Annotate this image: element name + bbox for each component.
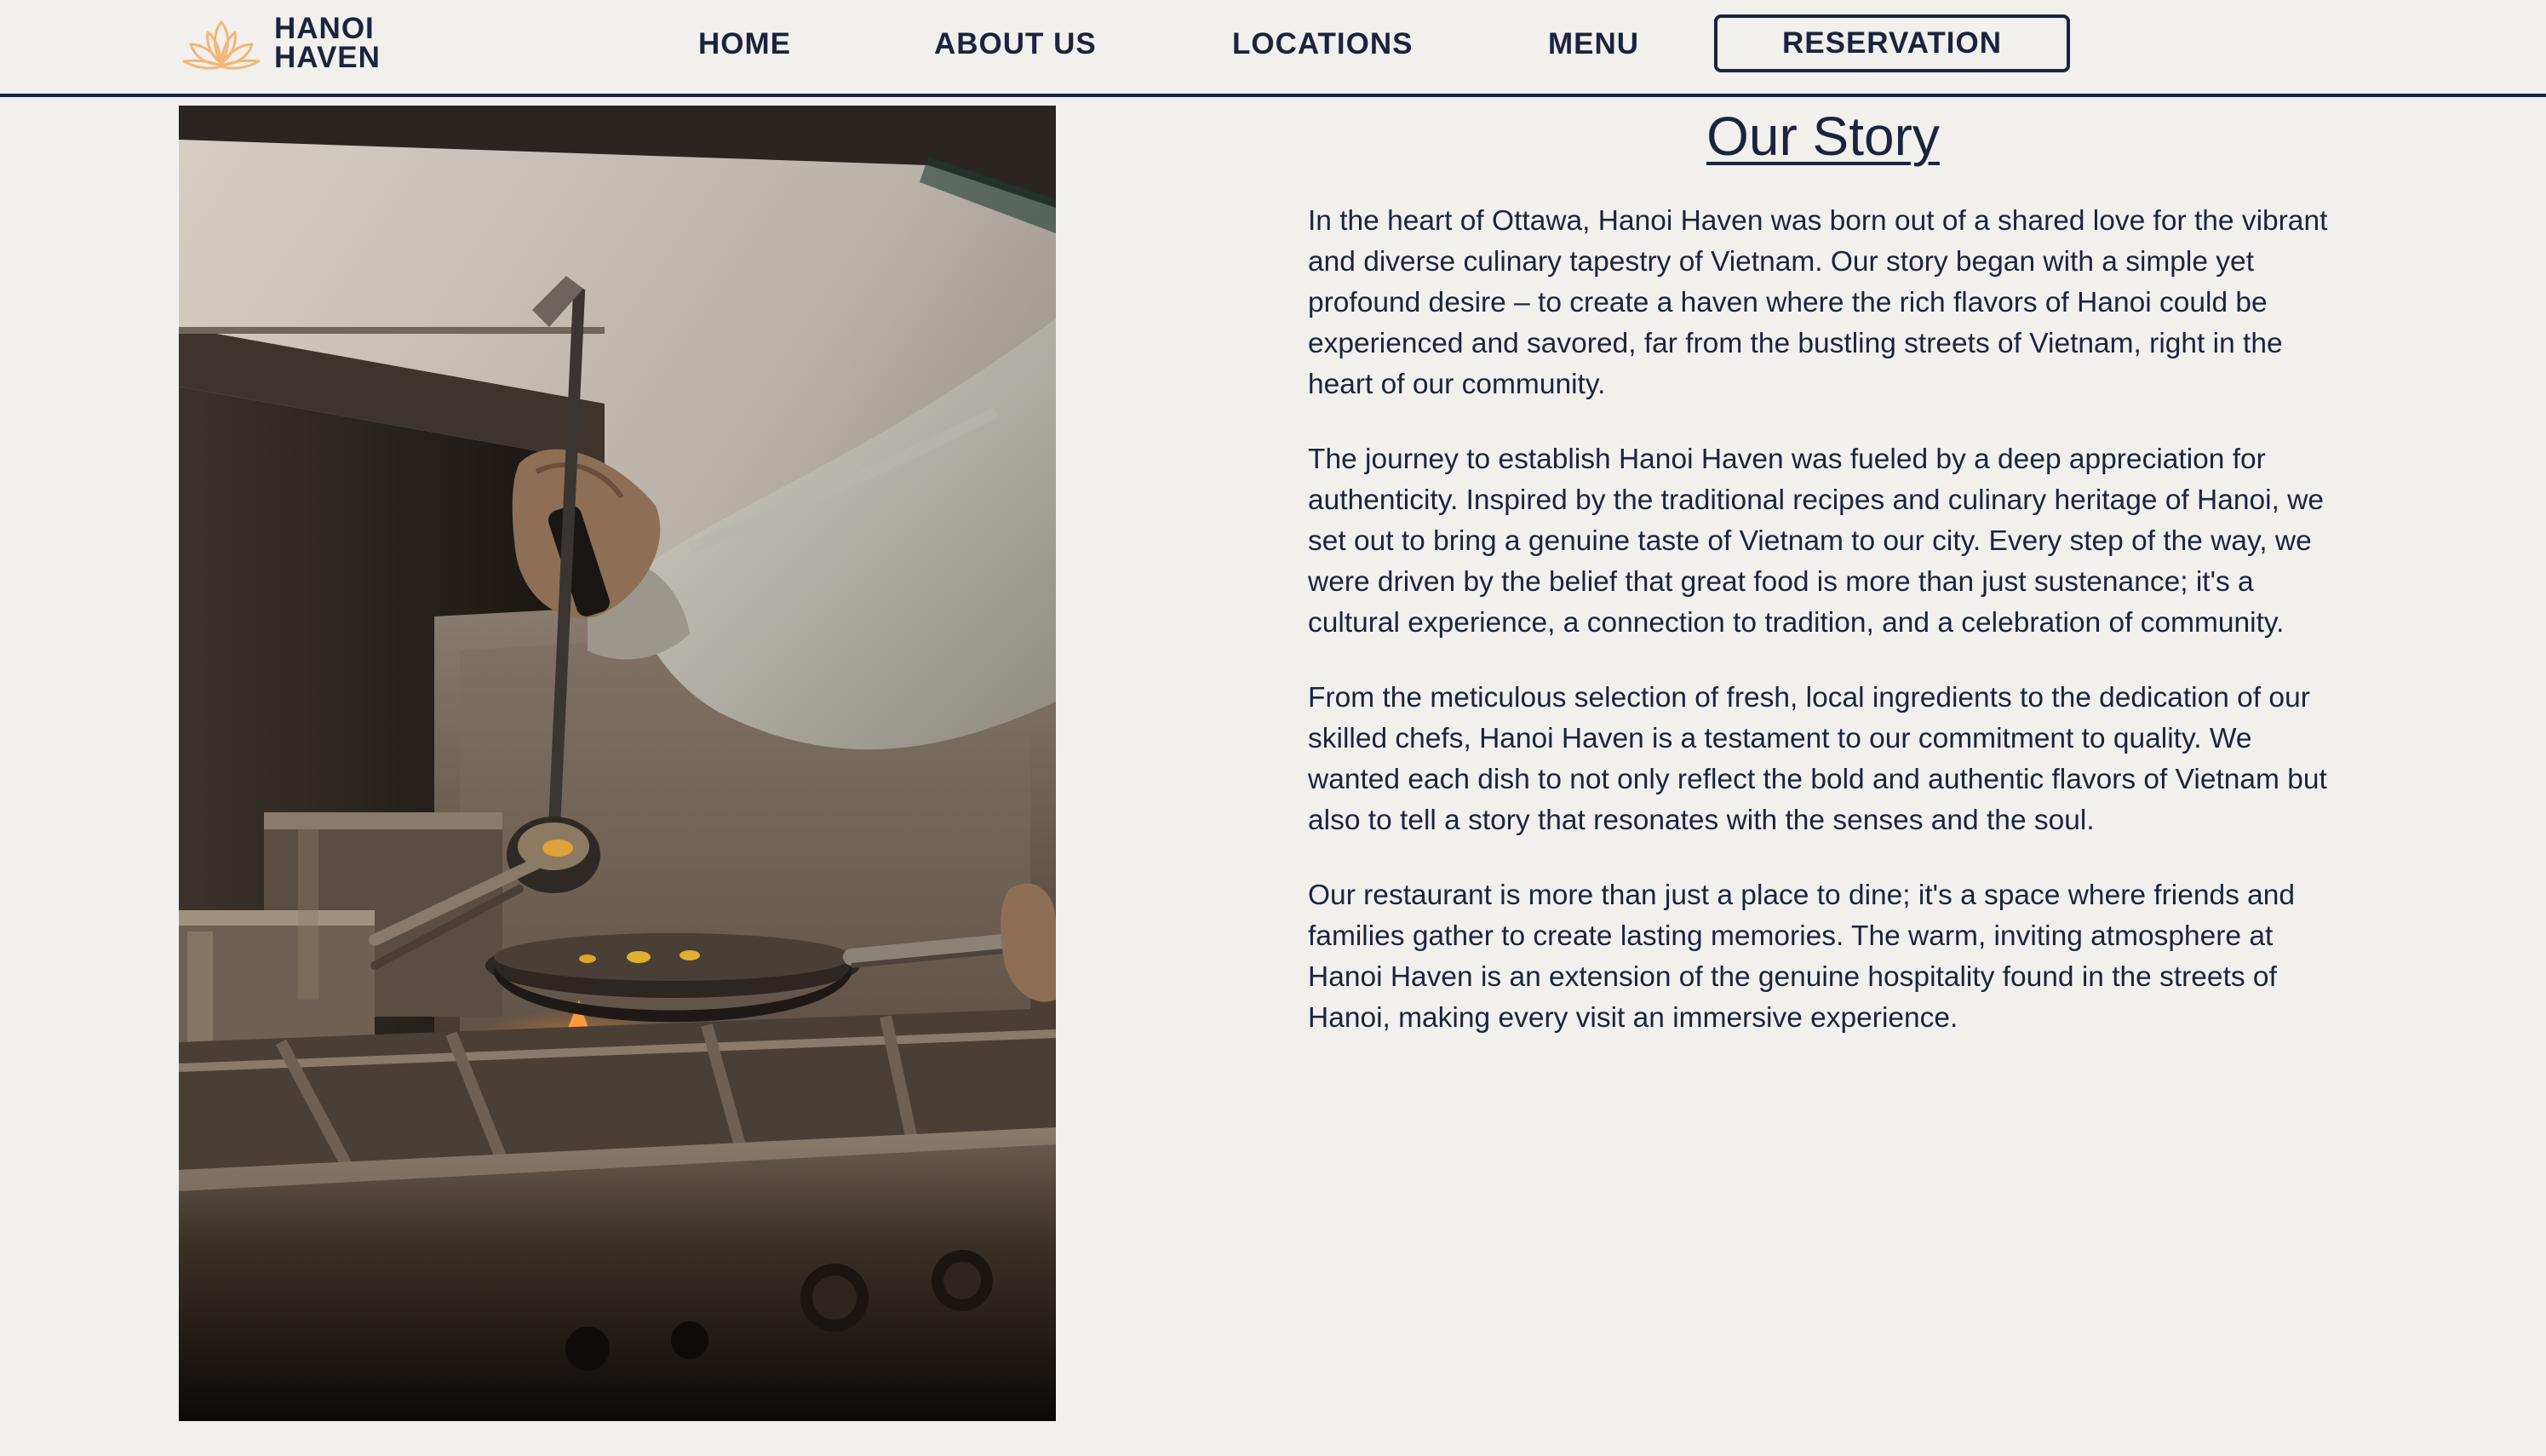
nav-home-link[interactable]: HOME [698, 26, 791, 63]
nav-locations-link[interactable]: LOCATIONS [1232, 26, 1413, 63]
story-paragraph: In the heart of Ottawa, Hanoi Haven was … [1308, 205, 2328, 400]
chef-cooking-photo [179, 106, 1056, 1421]
story-title: Our Story [1706, 106, 1940, 167]
main-nav: HOME ABOUT US LOCATIONS MENU RESERVATION [0, 0, 2546, 90]
nav-menu-link[interactable]: MENU [1548, 26, 1639, 63]
story-content: In the heart of Ottawa, Hanoi Haven was … [1308, 201, 2338, 1073]
story-paragraph: From the meticulous selection of fresh, … [1308, 682, 2327, 836]
nav-about-link[interactable]: ABOUT US [934, 26, 1097, 63]
site-header: HANOI HAVEN HOME ABOUT US LOCATIONS MENU… [0, 0, 2546, 97]
story-paragraph: Our restaurant is more than just a place… [1308, 880, 2296, 1034]
story-paragraph: The journey to establish Hanoi Haven was… [1308, 444, 2325, 639]
kitchen-illustration [179, 106, 1056, 1421]
reservation-button[interactable]: RESERVATION [1714, 14, 2070, 72]
